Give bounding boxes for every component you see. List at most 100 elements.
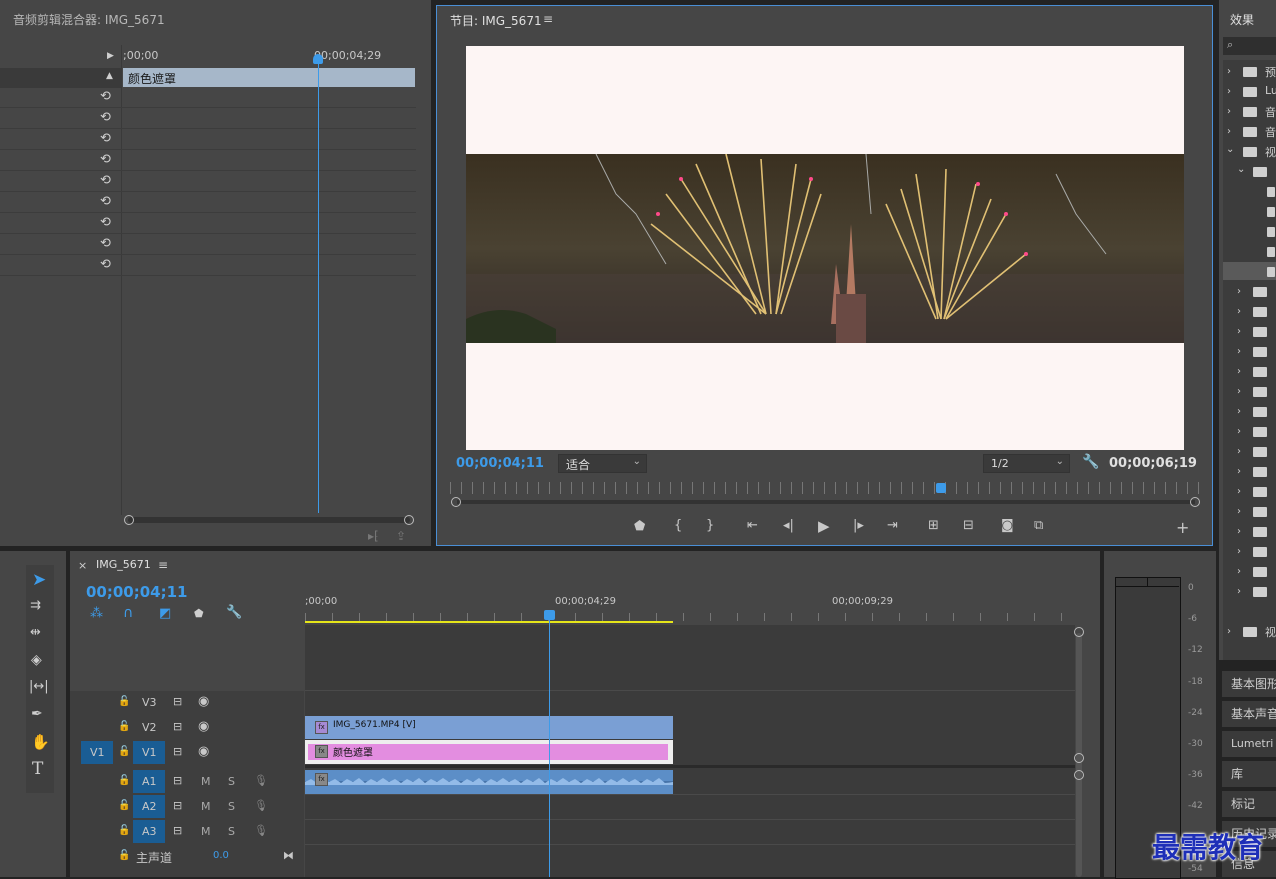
panel-menu-icon[interactable]: ≡ bbox=[158, 558, 168, 572]
effect-preset-icon[interactable] bbox=[1267, 187, 1275, 197]
sync-lock-icon[interactable]: ⊟ bbox=[173, 695, 182, 708]
mixer-scrollbar[interactable] bbox=[128, 517, 410, 523]
panel-essential-graphics[interactable]: 基本图形 bbox=[1222, 671, 1276, 697]
chevron-right-icon[interactable]: › bbox=[1237, 366, 1241, 377]
meter-peak-left[interactable] bbox=[1116, 578, 1148, 587]
ripple-edit-tool-icon[interactable]: ⇹ bbox=[30, 625, 41, 640]
chevron-right-icon[interactable]: › bbox=[1237, 386, 1241, 397]
solo-button[interactable]: S bbox=[228, 775, 235, 788]
fit-dropdown[interactable]: 适合 ⌄ bbox=[558, 454, 647, 473]
panel-menu-icon[interactable]: ≡ bbox=[543, 12, 553, 26]
timeline-clip-v2[interactable]: fx IMG_5671.MP4 [V] bbox=[305, 716, 673, 739]
wrench-icon[interactable]: 🔧 bbox=[226, 605, 242, 620]
sync-lock-icon[interactable]: ⊟ bbox=[173, 720, 182, 733]
track-name[interactable]: A3 bbox=[142, 825, 157, 838]
track-name[interactable]: V2 bbox=[142, 721, 157, 734]
lock-icon[interactable]: 🔓 bbox=[118, 775, 130, 786]
lift-icon[interactable]: ⊞ bbox=[928, 518, 939, 533]
zoom-handle-left[interactable] bbox=[451, 497, 461, 507]
add-button-icon[interactable]: + bbox=[1176, 518, 1189, 537]
effects-title[interactable]: 效果 bbox=[1230, 11, 1254, 28]
type-tool-icon[interactable]: T bbox=[32, 759, 43, 779]
chevron-right-icon[interactable]: › bbox=[1227, 126, 1231, 137]
chevron-right-icon[interactable]: › bbox=[1237, 426, 1241, 437]
sync-lock-icon[interactable]: ⊟ bbox=[173, 824, 182, 837]
expand-arrow-icon[interactable]: ▶ bbox=[107, 51, 114, 61]
mark-in-icon[interactable]: { bbox=[674, 518, 682, 533]
mute-button[interactable]: M bbox=[201, 825, 211, 838]
effects-search-input[interactable]: ⌕ bbox=[1223, 37, 1276, 55]
reset-icon[interactable]: ⟲ bbox=[100, 153, 114, 167]
resolution-dropdown[interactable]: 1/2 ⌄ bbox=[983, 454, 1070, 473]
effects-item-label[interactable]: 预 bbox=[1265, 64, 1276, 80]
scroll-handle[interactable] bbox=[1074, 770, 1084, 780]
timeline-clip-a1[interactable]: fx bbox=[305, 770, 673, 794]
scroll-handle[interactable] bbox=[1074, 627, 1084, 637]
sequence-current-time[interactable]: 00;00;04;11 bbox=[86, 583, 188, 601]
effects-item-label[interactable]: 视 bbox=[1265, 624, 1276, 640]
program-video-frame[interactable] bbox=[466, 46, 1184, 450]
master-volume-value[interactable]: 0.0 bbox=[213, 850, 229, 861]
chevron-right-icon[interactable]: › bbox=[1237, 506, 1241, 517]
go-to-next-edit-icon[interactable]: ⧓ bbox=[283, 849, 294, 862]
microphone-icon[interactable]: 🎙 bbox=[254, 799, 268, 812]
effects-item-label[interactable]: 音 bbox=[1265, 104, 1276, 120]
chevron-right-icon[interactable]: › bbox=[1237, 586, 1241, 597]
reset-icon[interactable]: ⟲ bbox=[100, 237, 114, 251]
lock-icon[interactable]: 🔓 bbox=[118, 825, 130, 836]
track-name[interactable]: A2 bbox=[142, 800, 157, 813]
lock-icon[interactable]: 🔓 bbox=[118, 800, 130, 811]
chevron-right-icon[interactable]: › bbox=[1227, 106, 1231, 117]
eye-icon[interactable]: ◉ bbox=[198, 694, 209, 709]
add-marker-icon[interactable]: ⬟ bbox=[634, 519, 645, 534]
video-audio-divider[interactable] bbox=[305, 765, 1075, 768]
effect-preset-icon[interactable] bbox=[1267, 207, 1275, 217]
mute-button[interactable]: M bbox=[201, 800, 211, 813]
scroll-handle-right[interactable] bbox=[404, 515, 414, 525]
reset-icon[interactable]: ⟲ bbox=[100, 258, 114, 272]
audio-mixer-title[interactable]: 音频剪辑混合器: IMG_5671 bbox=[13, 11, 165, 28]
timeline-ruler-ticks[interactable] bbox=[305, 613, 1075, 621]
solo-button[interactable]: S bbox=[228, 800, 235, 813]
wrench-icon[interactable]: 🔧 bbox=[1082, 454, 1099, 470]
close-icon[interactable]: × bbox=[78, 559, 87, 572]
lock-icon[interactable]: 🔓 bbox=[118, 696, 130, 707]
play-icon[interactable]: ▶ bbox=[818, 517, 830, 535]
scroll-handle-left[interactable] bbox=[124, 515, 134, 525]
mixer-playhead-handle[interactable] bbox=[313, 54, 323, 64]
camera-icon[interactable]: ◙ bbox=[1001, 518, 1014, 533]
lock-icon[interactable]: 🔓 bbox=[118, 721, 130, 732]
selection-tool-icon[interactable]: ➤ bbox=[32, 570, 46, 590]
step-forward-icon[interactable]: |▸ bbox=[853, 518, 864, 533]
reset-icon[interactable]: ⟲ bbox=[100, 216, 114, 230]
pen-tool-icon[interactable]: ✒ bbox=[31, 706, 43, 722]
effect-preset-icon[interactable] bbox=[1267, 227, 1275, 237]
sync-lock-icon[interactable]: ⊟ bbox=[173, 774, 182, 787]
chevron-right-icon[interactable]: › bbox=[1237, 326, 1241, 337]
effect-preset-icon[interactable] bbox=[1267, 267, 1275, 277]
program-title[interactable]: 节目: IMG_5671 bbox=[450, 12, 542, 29]
chevron-right-icon[interactable]: › bbox=[1227, 86, 1231, 97]
chevron-right-icon[interactable]: › bbox=[1237, 286, 1241, 297]
go-to-in-icon[interactable]: ⇤ bbox=[747, 518, 758, 533]
razor-tool-icon[interactable]: ◈ bbox=[31, 652, 42, 668]
chevron-right-icon[interactable]: › bbox=[1227, 66, 1231, 77]
microphone-icon[interactable]: 🎙 bbox=[254, 824, 268, 837]
go-to-out-icon[interactable]: ⇥ bbox=[887, 518, 898, 533]
timeline-clip-v1[interactable]: fx 颜色遮罩 bbox=[305, 740, 673, 764]
effects-item-label[interactable]: 视 bbox=[1265, 144, 1276, 160]
hand-tool-icon[interactable]: ✋ bbox=[31, 733, 50, 751]
chevron-right-icon[interactable]: › bbox=[1237, 546, 1241, 557]
program-scrub-ruler[interactable] bbox=[450, 482, 1200, 494]
share-icon[interactable]: ⇪ bbox=[396, 529, 406, 543]
reset-icon[interactable]: ⟲ bbox=[100, 111, 114, 125]
lock-icon[interactable]: 🔓 bbox=[118, 746, 130, 757]
chevron-down-icon[interactable]: ⌄ bbox=[1237, 164, 1245, 175]
chevron-right-icon[interactable]: › bbox=[1237, 466, 1241, 477]
timeline-playhead-handle[interactable] bbox=[544, 610, 555, 620]
comparison-view-icon[interactable]: ⧉ bbox=[1034, 518, 1043, 533]
step-back-icon[interactable]: ◂| bbox=[783, 518, 794, 533]
chevron-right-icon[interactable]: › bbox=[1237, 566, 1241, 577]
eye-icon[interactable]: ◉ bbox=[198, 744, 209, 759]
track-name[interactable]: V1 bbox=[142, 746, 157, 759]
